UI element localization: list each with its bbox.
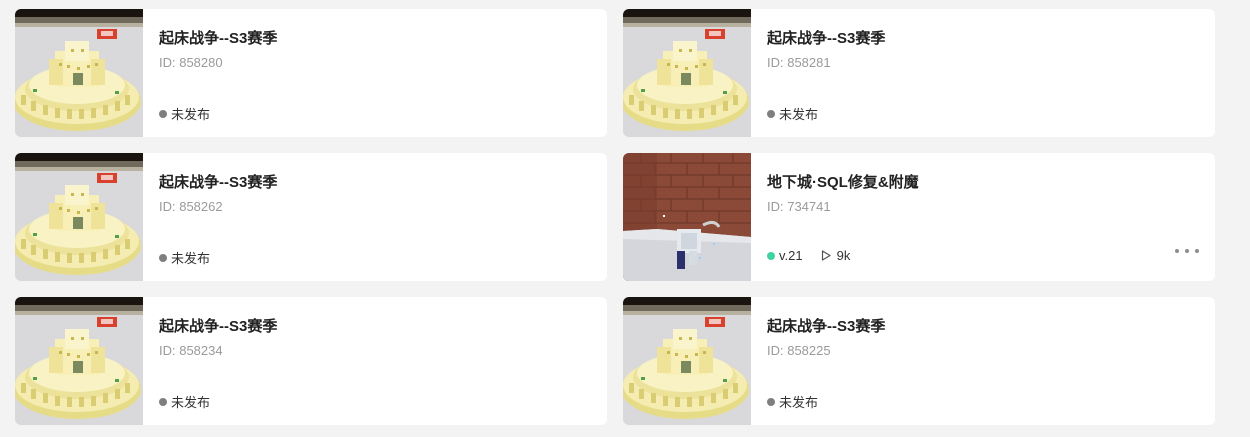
status-dot-icon	[767, 109, 775, 118]
map-title[interactable]: 起床战争--S3赛季	[159, 171, 277, 192]
map-card[interactable]: 起床战争--S3赛季 ID: 858225 未发布	[623, 297, 1215, 425]
status-dot-icon	[767, 251, 775, 260]
map-id: ID: 734741	[767, 199, 831, 214]
map-card[interactable]: 起床战争--S3赛季 ID: 858281 未发布	[623, 9, 1215, 137]
map-id: ID: 858262	[159, 199, 223, 214]
map-card[interactable]: 地下城·SQL修复&附魔 ID: 734741 v.21 9k	[623, 153, 1215, 281]
map-thumbnail[interactable]	[623, 9, 751, 137]
map-card-grid: 起床战争--S3赛季 ID: 858280 未发布 起床战争--S3赛季 ID:…	[0, 0, 1250, 437]
status-label: 未发布	[171, 107, 211, 122]
map-thumbnail[interactable]	[15, 297, 143, 425]
map-title[interactable]: 起床战争--S3赛季	[767, 315, 885, 336]
publish-status: v.21 9k	[767, 248, 850, 263]
map-card-info: 起床战争--S3赛季 ID: 858225 未发布	[767, 297, 1215, 425]
status-dot-icon	[159, 253, 167, 262]
map-id: ID: 858225	[767, 343, 831, 358]
more-dots-icon[interactable]	[1175, 245, 1199, 257]
map-thumbnail[interactable]	[623, 297, 751, 425]
map-thumbnail[interactable]	[623, 153, 751, 281]
map-card[interactable]: 起床战争--S3赛季 ID: 858280 未发布	[15, 9, 607, 137]
map-card-info: 起床战争--S3赛季 ID: 858280 未发布	[159, 9, 607, 137]
status-label: 未发布	[779, 107, 819, 122]
map-title[interactable]: 起床战争--S3赛季	[767, 27, 885, 48]
map-card[interactable]: 起床战争--S3赛季 ID: 858262 未发布	[15, 153, 607, 281]
status-label: 未发布	[779, 395, 819, 410]
map-card-info: 起床战争--S3赛季 ID: 858234 未发布	[159, 297, 607, 425]
play-count-value: 9k	[836, 248, 851, 263]
map-id: ID: 858234	[159, 343, 223, 358]
publish-status: 未发布	[159, 248, 210, 267]
map-title[interactable]: 起床战争--S3赛季	[159, 27, 277, 48]
map-id: ID: 858280	[159, 55, 223, 70]
publish-status: 未发布	[159, 104, 210, 123]
status-dot-icon	[767, 397, 775, 406]
map-thumbnail[interactable]	[15, 153, 143, 281]
map-title[interactable]: 起床战争--S3赛季	[159, 315, 277, 336]
status-dot-icon	[159, 109, 167, 118]
map-card[interactable]: 起床战争--S3赛季 ID: 858234 未发布	[15, 297, 607, 425]
publish-status: 未发布	[159, 392, 210, 411]
publish-status: 未发布	[767, 104, 818, 123]
status-label: 未发布	[171, 251, 211, 266]
status-label: 未发布	[171, 395, 211, 410]
map-id: ID: 858281	[767, 55, 831, 70]
play-icon	[821, 250, 831, 261]
map-card-info: 起床战争--S3赛季 ID: 858262 未发布	[159, 153, 607, 281]
map-thumbnail[interactable]	[15, 9, 143, 137]
publish-status: 未发布	[767, 392, 818, 411]
play-count: 9k	[821, 248, 851, 263]
version-label: v.21	[779, 248, 803, 263]
map-title[interactable]: 地下城·SQL修复&附魔	[767, 171, 919, 192]
map-card-info: 起床战争--S3赛季 ID: 858281 未发布	[767, 9, 1215, 137]
status-dot-icon	[159, 397, 167, 406]
map-card-info: 地下城·SQL修复&附魔 ID: 734741 v.21 9k	[767, 153, 1215, 281]
